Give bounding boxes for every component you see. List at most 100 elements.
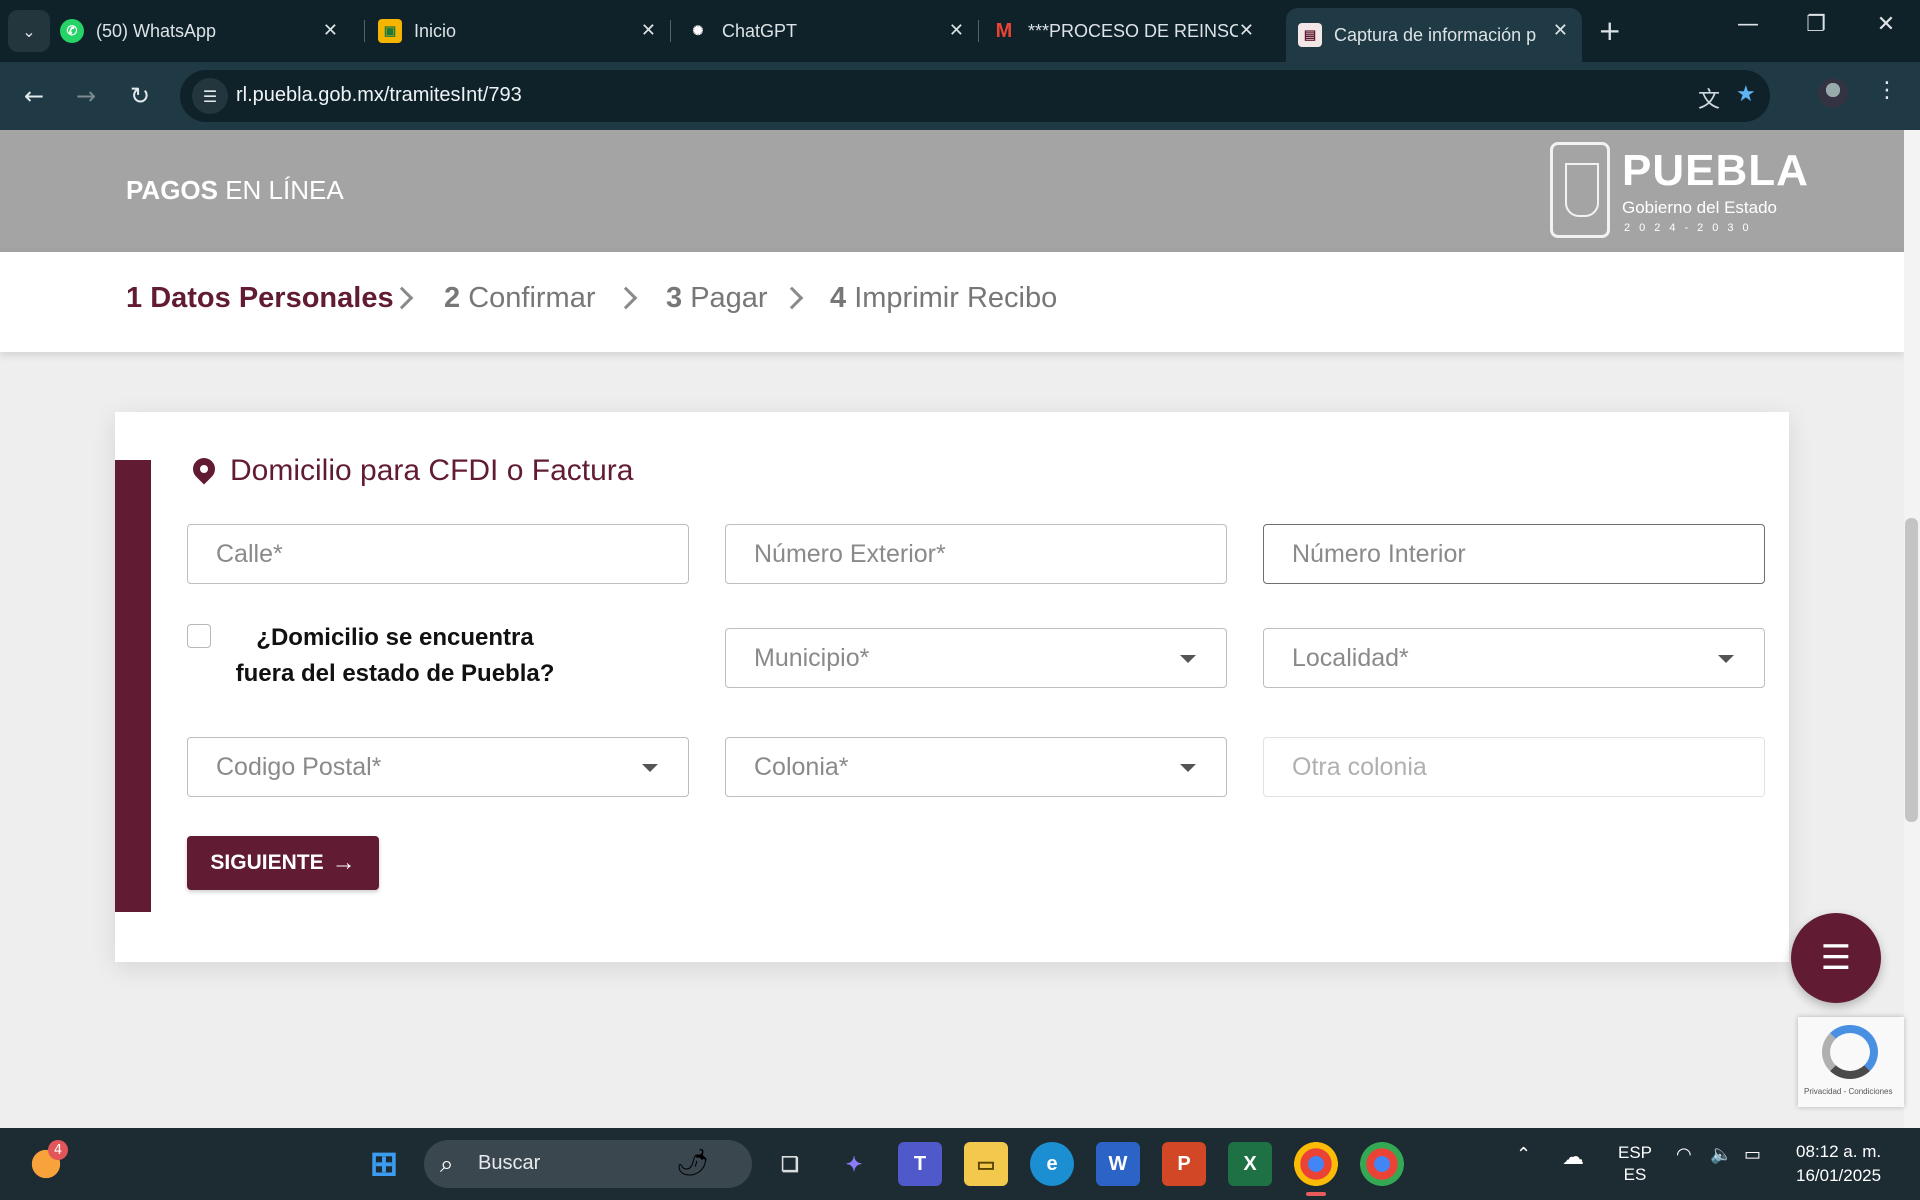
- chrome-icon[interactable]: [1294, 1142, 1338, 1186]
- brand-bold: PAGOS: [126, 175, 218, 205]
- chevron-right-icon: [614, 286, 638, 310]
- form-title: Domicilio para CFDI o Factura: [230, 454, 634, 487]
- clock[interactable]: 08:12 a. m. 16/01/2025: [1796, 1140, 1881, 1188]
- dropdown-arrow-icon: [1180, 655, 1196, 663]
- tab-gmail[interactable]: M ***PROCESO DE REINSCR ✕: [992, 8, 1268, 54]
- windows-start-icon[interactable]: ⊞: [362, 1142, 406, 1186]
- translate-icon[interactable]: 文: [1698, 82, 1720, 114]
- tab-separator: [978, 20, 979, 42]
- profile-avatar[interactable]: [1818, 78, 1848, 108]
- step-number: 2: [444, 282, 461, 314]
- browser-toolbar: ← → ↻ ☰ rl.puebla.gob.mx/tramitesInt/793…: [0, 62, 1920, 130]
- chevron-up-icon[interactable]: ⌃: [1516, 1144, 1531, 1165]
- onedrive-icon[interactable]: ☁: [1562, 1144, 1584, 1170]
- notification-badge: 4: [48, 1140, 68, 1160]
- recaptcha-icon: [1822, 1025, 1878, 1079]
- teams-icon[interactable]: T: [898, 1142, 942, 1186]
- step-label: Datos Personales: [142, 282, 394, 314]
- numero-interior-placeholder: Número Interior: [1292, 540, 1466, 568]
- tab-captura[interactable]: ▤ Captura de información p ✕: [1286, 8, 1582, 62]
- chevron-right-icon: [780, 286, 804, 310]
- search-placeholder: Buscar: [478, 1152, 541, 1174]
- progress-steps: 1 Datos Personales 2 Confirmar 3 Pagar 4…: [0, 252, 1904, 352]
- language-indicator[interactable]: ESP ES: [1618, 1142, 1652, 1186]
- classroom-icon: ▣: [378, 19, 402, 43]
- bookmark-star-icon[interactable]: ★: [1736, 82, 1756, 107]
- siguiente-button[interactable]: SIGUIENTE →: [187, 836, 379, 890]
- colonia-placeholder: Colonia*: [754, 753, 849, 781]
- otra-colonia-placeholder: Otra colonia: [1292, 753, 1427, 781]
- tab-whatsapp[interactable]: ✆ (50) WhatsApp ✕: [60, 8, 352, 54]
- forward-icon[interactable]: →: [68, 78, 104, 114]
- logo-name: PUEBLA: [1622, 146, 1809, 195]
- task-view-icon[interactable]: ❏: [768, 1142, 812, 1186]
- numero-exterior-input[interactable]: Número Exterior*: [725, 524, 1227, 584]
- localidad-select[interactable]: Localidad*: [1263, 628, 1765, 688]
- whatsapp-icon: ✆: [60, 19, 84, 43]
- close-window-icon[interactable]: ✕: [1866, 12, 1906, 37]
- codigo-postal-select[interactable]: Codigo Postal*: [187, 737, 689, 797]
- brand-title[interactable]: PAGOS EN LÍNEA: [126, 175, 344, 206]
- brand-rest: EN LÍNEA: [217, 175, 344, 205]
- copilot-icon[interactable]: ✦: [832, 1142, 876, 1186]
- numero-interior-input[interactable]: Número Interior: [1263, 524, 1765, 584]
- recaptcha-badge[interactable]: Privacidad - Condiciones: [1798, 1017, 1904, 1107]
- close-tab-icon[interactable]: ✕: [1553, 20, 1568, 41]
- file-explorer-icon[interactable]: ▭: [964, 1142, 1008, 1186]
- tab-search-button[interactable]: ⌄: [8, 10, 50, 52]
- chat-bubble-icon: ☰: [1820, 938, 1852, 978]
- step-pagar: 3 Pagar: [666, 282, 768, 315]
- logo-years: 2024-2030: [1624, 222, 1758, 234]
- back-icon[interactable]: ←: [16, 78, 52, 114]
- powerpoint-icon[interactable]: P: [1162, 1142, 1206, 1186]
- address-form-card: Domicilio para CFDI o Factura Calle* Núm…: [115, 412, 1789, 962]
- calle-input[interactable]: Calle*: [187, 524, 689, 584]
- otra-colonia-input[interactable]: Otra colonia: [1263, 737, 1765, 797]
- step-number: 4: [830, 282, 847, 314]
- wifi-icon[interactable]: ◠: [1676, 1144, 1692, 1165]
- site-header: PAGOS EN LÍNEA PUEBLA Gobierno del Estad…: [0, 130, 1904, 252]
- logo-subtitle: Gobierno del Estado: [1622, 198, 1777, 217]
- scrollbar-thumb[interactable]: [1905, 518, 1918, 822]
- clock-date: 16/01/2025: [1796, 1166, 1882, 1185]
- active-app-indicator: [1306, 1192, 1326, 1196]
- excel-icon[interactable]: X: [1228, 1142, 1272, 1186]
- fuera-estado-checkbox[interactable]: [187, 624, 211, 648]
- restore-icon[interactable]: ❐: [1796, 12, 1836, 37]
- tab-title: Inicio: [414, 20, 457, 41]
- colonia-select[interactable]: Colonia*: [725, 737, 1227, 797]
- close-tab-icon[interactable]: ✕: [1239, 20, 1254, 41]
- volume-icon[interactable]: 🔈: [1710, 1144, 1732, 1165]
- word-icon[interactable]: W: [1096, 1142, 1140, 1186]
- tab-chatgpt[interactable]: ✺ ChatGPT ✕: [686, 8, 978, 54]
- site-info-icon[interactable]: ☰: [192, 78, 228, 114]
- search-icon: ⌕: [440, 1150, 454, 1178]
- clock-time: 08:12 a. m.: [1796, 1142, 1882, 1161]
- new-tab-icon[interactable]: +: [1598, 14, 1621, 47]
- chat-button[interactable]: ☰: [1791, 913, 1881, 1003]
- step-number: 1: [126, 282, 143, 314]
- close-tab-icon[interactable]: ✕: [949, 20, 964, 41]
- url-text[interactable]: rl.puebla.gob.mx/tramitesInt/793: [236, 84, 522, 107]
- browser-menu-icon[interactable]: ⋮: [1876, 78, 1898, 103]
- taskbar-search[interactable]: ⌕ Buscar 🌶: [424, 1140, 752, 1188]
- chevron-right-icon: [390, 286, 414, 310]
- tab-title: ChatGPT: [722, 20, 798, 41]
- chrome-profile-icon[interactable]: [1360, 1142, 1404, 1186]
- edge-icon[interactable]: e: [1030, 1142, 1074, 1186]
- reload-icon[interactable]: ↻: [122, 78, 158, 114]
- fuera-estado-label[interactable]: ¿Domicilio se encuentra fuera del estado…: [230, 620, 560, 692]
- tab-inicio[interactable]: ▣ Inicio ✕: [378, 8, 670, 54]
- site-icon: ▤: [1298, 23, 1322, 47]
- minimize-icon[interactable]: —: [1728, 12, 1768, 37]
- municipio-select[interactable]: Municipio*: [725, 628, 1227, 688]
- browser-tab-bar: ⌄ ✆ (50) WhatsApp ✕ ▣ Inicio ✕ ✺ ChatGPT…: [0, 0, 1920, 62]
- address-bar[interactable]: ☰ rl.puebla.gob.mx/tramitesInt/793 文 ★: [180, 70, 1770, 122]
- close-tab-icon[interactable]: ✕: [323, 20, 338, 41]
- tab-separator: [364, 20, 365, 42]
- battery-icon[interactable]: ▭: [1744, 1144, 1761, 1165]
- page-content: PAGOS EN LÍNEA PUEBLA Gobierno del Estad…: [0, 130, 1904, 1128]
- tab-separator: [670, 20, 671, 42]
- close-tab-icon[interactable]: ✕: [641, 20, 656, 41]
- language-code: ESP: [1618, 1143, 1653, 1162]
